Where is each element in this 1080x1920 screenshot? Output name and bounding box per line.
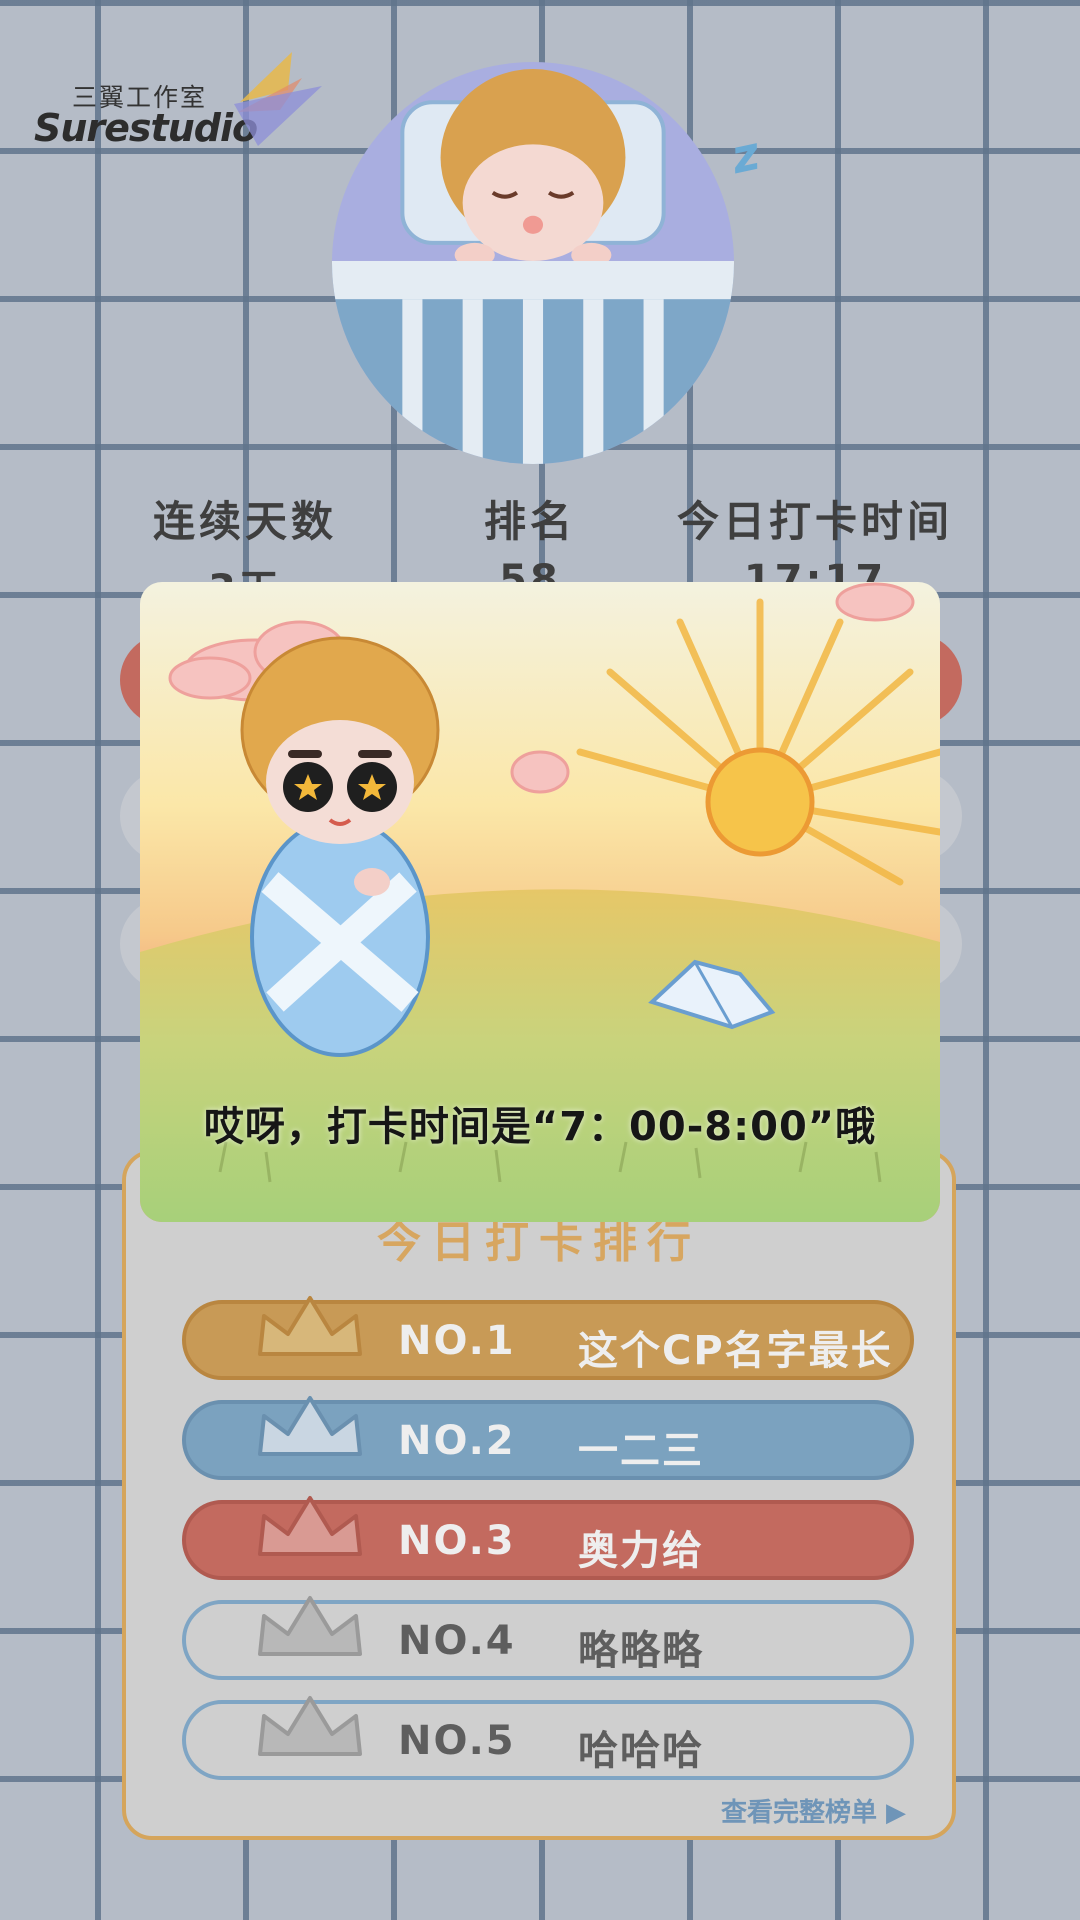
rank-name: 略略略: [578, 1628, 704, 1674]
rank-number: NO.3: [398, 1518, 516, 1564]
stat-label: 连续天数: [152, 497, 337, 546]
ranking-row[interactable]: NO.4 略略略: [182, 1596, 914, 1680]
crown-icon: [258, 1296, 362, 1356]
checkin-time-popup[interactable]: 哎呀，打卡时间是“7：00-8:00”哦: [140, 582, 940, 1222]
rank-name: 奥力给: [578, 1528, 704, 1574]
crown-icon: [258, 1396, 362, 1456]
sleep-z-icon: z: [726, 125, 765, 185]
rank-name: 哈哈哈: [578, 1728, 704, 1774]
stat-label: 排名: [483, 497, 576, 546]
crown-icon: [258, 1696, 362, 1756]
crown-icon: [258, 1596, 362, 1656]
rank-name: 这个CP名字最长: [578, 1328, 893, 1374]
rank-number: NO.4: [398, 1618, 516, 1664]
ranking-row[interactable]: NO.2 一二三: [182, 1396, 914, 1480]
studio-logo: 三翼工作室 Surestudio: [34, 48, 334, 158]
logo-en-text: Surestudio: [34, 106, 258, 150]
rank-number: NO.2: [398, 1418, 516, 1464]
ranking-row[interactable]: NO.3 奥力给: [182, 1496, 914, 1580]
ranking-row[interactable]: NO.5 哈哈哈: [182, 1696, 914, 1780]
crown-icon: [258, 1496, 362, 1556]
logo-mark-icon: [234, 52, 322, 146]
rank-number: NO.1: [398, 1318, 516, 1364]
ranking-panel: 今日打卡排行 NO.1 这个CP名字最长 NO.2 一二三 NO.3 奥力给 N…: [122, 1150, 956, 1840]
stat-label: 今日打卡时间: [676, 497, 953, 546]
rank-name: 一二三: [578, 1428, 704, 1474]
sleeping-avatar-image: [332, 62, 734, 464]
ranking-row[interactable]: NO.1 这个CP名字最长: [182, 1296, 914, 1380]
view-full-ranking-link[interactable]: 查看完整榜单 ▶: [721, 1792, 906, 1829]
popup-message: 哎呀，打卡时间是“7：00-8:00”哦: [203, 1104, 877, 1150]
rank-number: NO.5: [398, 1718, 516, 1764]
